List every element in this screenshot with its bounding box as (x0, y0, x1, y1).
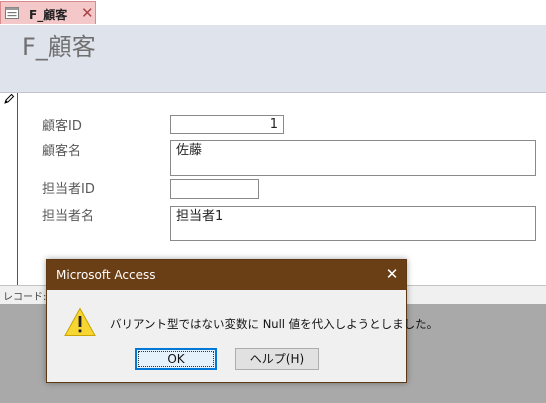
customer-name-field[interactable]: 佐藤 (170, 140, 536, 176)
dialog-titlebar[interactable]: Microsoft Access ✕ (47, 260, 406, 290)
customer-id-field[interactable]: 1 (170, 115, 284, 134)
tab-label: F_顧客 (29, 8, 68, 22)
help-button[interactable]: ヘルプ(H) (235, 348, 319, 370)
pencil-icon (4, 93, 15, 104)
document-tab-strip: F_顧客 ✕ (0, 0, 546, 26)
customer-id-label: 顧客ID (42, 119, 82, 134)
customer-name-label: 顧客名 (42, 144, 82, 159)
staff-name-label: 担当者名 (42, 209, 95, 224)
form-title: F_顧客 (22, 33, 96, 61)
staff-id-field[interactable] (170, 179, 259, 199)
dialog-message: バリアント型ではない変数に Null 値を代入しようとしました。 (110, 317, 439, 331)
ok-button[interactable]: OK (135, 348, 217, 370)
tab-f-customer[interactable]: F_顧客 ✕ (0, 1, 96, 24)
staff-name-field[interactable]: 担当者1 (170, 206, 536, 241)
help-button-label: ヘルプ(H) (249, 352, 305, 366)
ok-button-label: OK (167, 352, 185, 366)
dialog-title: Microsoft Access (56, 268, 156, 282)
warning-icon (64, 307, 96, 336)
staff-id-label: 担当者ID (42, 182, 95, 197)
record-selector[interactable] (0, 93, 18, 285)
close-icon[interactable]: ✕ (81, 4, 94, 22)
record-label: レコード: (3, 292, 47, 303)
dialog-body: バリアント型ではない変数に Null 値を代入しようとしました。 OK ヘルプ(… (47, 290, 438, 382)
form-header: F_顧客 (0, 25, 546, 93)
close-icon[interactable]: ✕ (383, 264, 401, 284)
message-dialog: Microsoft Access ✕ バリアント型ではない変数に Null 値を… (46, 259, 438, 383)
access-window: F_顧客 ✕ F_顧客 顧客ID 1 顧客名 佐藤 担当者ID 担当者名 担当者… (0, 0, 546, 403)
form-icon (5, 7, 19, 19)
